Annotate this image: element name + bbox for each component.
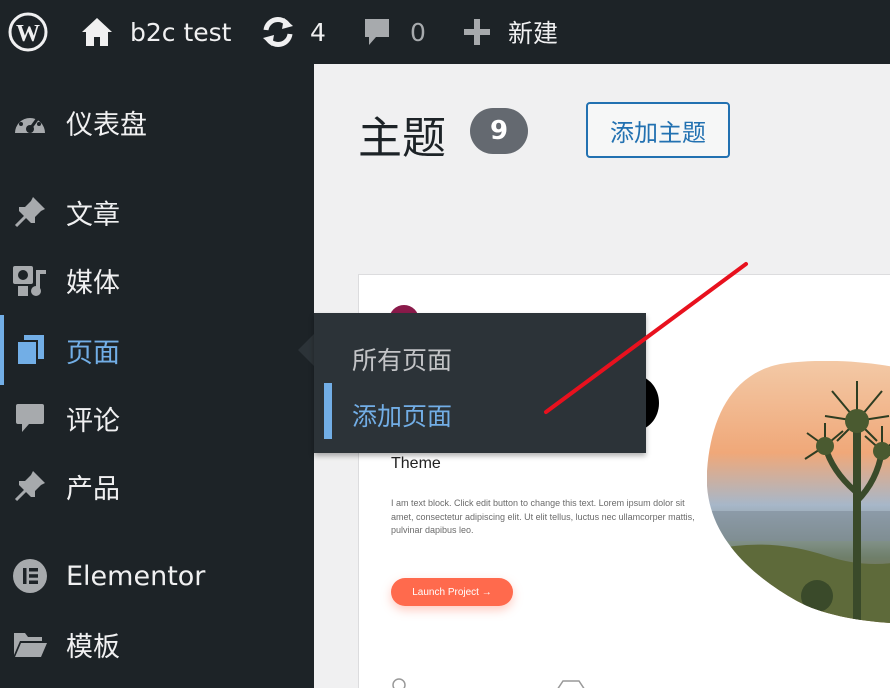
sidebar-item-pages[interactable]: 页面 (0, 320, 314, 380)
media-icon (12, 262, 48, 298)
pages-icon (12, 332, 48, 368)
active-menu-indicator (0, 315, 4, 385)
theme-preview-image (707, 361, 890, 623)
theme-feature-icons (392, 678, 585, 688)
updates-count: 4 (310, 17, 326, 47)
page-title: 主题 (358, 113, 446, 164)
theme-preview-paragraph: I am text block. Click edit button to ch… (391, 498, 695, 535)
submenu-add-page[interactable]: 添加页面 (352, 397, 452, 433)
sidebar-item-products[interactable]: 产品 (0, 456, 314, 516)
site-name: b2c test (130, 17, 232, 47)
site-home-link[interactable]: b2c test (80, 0, 231, 64)
sidebar-item-label: 模板 (66, 631, 120, 663)
sidebar-item-label: 评论 (66, 405, 120, 437)
sidebar-item-label: 媒体 (66, 267, 120, 299)
launch-project-button: Launch Project → (391, 578, 513, 606)
new-content-link[interactable]: 新建 (462, 0, 558, 64)
home-icon (80, 16, 114, 48)
elementor-icon (12, 558, 48, 594)
sidebar-item-templates[interactable]: 模板 (0, 614, 314, 674)
sidebar-item-label: 产品 (66, 473, 120, 505)
pages-submenu: 所有页面 添加页面 (314, 313, 646, 453)
wordpress-logo-icon[interactable]: W (8, 0, 48, 64)
pin-icon (12, 468, 48, 504)
admin-bar: W b2c test 4 0 新建 (0, 0, 890, 64)
sidebar-item-elementor[interactable]: Elementor (0, 546, 314, 606)
dashboard-icon (12, 104, 48, 140)
submenu-current-indicator (324, 383, 332, 439)
new-label: 新建 (508, 19, 559, 48)
sidebar-item-comments[interactable]: 评论 (0, 388, 314, 448)
updates-icon (260, 16, 296, 48)
comment-icon (362, 16, 392, 48)
add-theme-button[interactable]: 添加主题 (586, 102, 730, 158)
theme-count-badge: 9 (470, 108, 528, 154)
sidebar-item-media[interactable]: 媒体 (0, 250, 314, 310)
pin-icon (12, 194, 48, 230)
flyout-pointer (298, 334, 314, 366)
admin-sidebar: 仪表盘 文章 媒体 页面 评论 产品 Elementor 模板 (0, 64, 314, 688)
sidebar-item-label: 页面 (66, 337, 120, 369)
theme-preview-heading: Theme (391, 455, 441, 472)
comments-link[interactable]: 0 (362, 0, 426, 64)
plus-icon (462, 17, 492, 47)
svg-text:W: W (16, 21, 40, 47)
updates-link[interactable]: 4 (260, 0, 326, 64)
sidebar-item-label: 文章 (66, 199, 120, 231)
comment-icon (12, 400, 48, 436)
comments-count: 0 (410, 17, 426, 47)
sidebar-item-posts[interactable]: 文章 (0, 182, 314, 242)
folder-icon (12, 626, 48, 662)
sidebar-item-dashboard[interactable]: 仪表盘 (0, 92, 314, 152)
sidebar-item-label: 仪表盘 (66, 109, 147, 141)
sidebar-item-label: Elementor (66, 560, 206, 592)
submenu-all-pages[interactable]: 所有页面 (352, 341, 452, 377)
